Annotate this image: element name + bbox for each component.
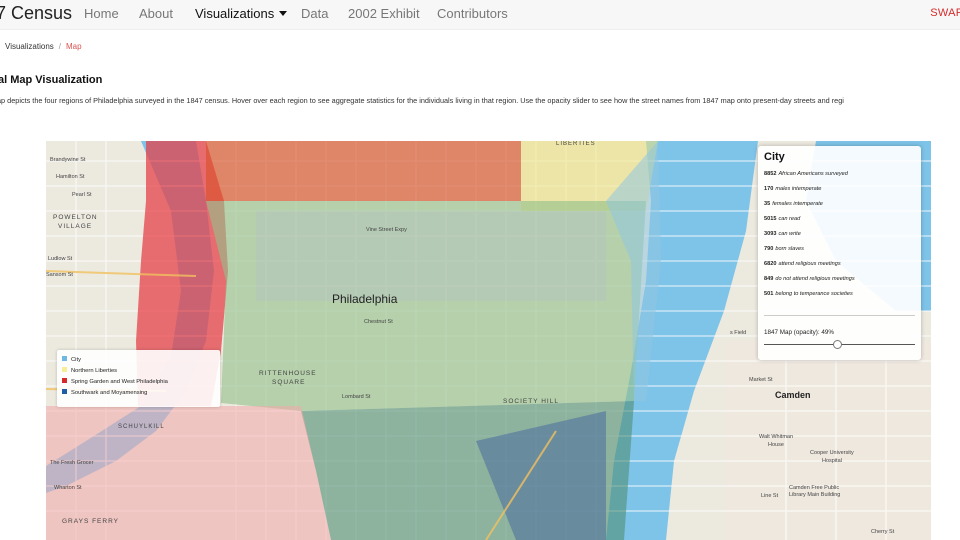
- legend-item-southwark: Southwark and Moyamensing: [62, 389, 147, 397]
- stat-label: attend religious meetings: [778, 261, 841, 267]
- label-schuylkill: SCHUYLKILL: [118, 424, 165, 430]
- nav-data[interactable]: Data: [301, 6, 328, 21]
- stat-value: 5015: [764, 216, 777, 222]
- label-line-st: Line St: [761, 493, 779, 499]
- map-legend: City Northern Liberties Spring Garden an…: [57, 350, 220, 407]
- stat-value: 849: [764, 276, 774, 282]
- region-spring-garden-north[interactable]: [206, 141, 521, 201]
- legend-swatch: [62, 389, 67, 394]
- legend-item-spring-garden: Spring Garden and West Philadelphia: [62, 378, 168, 386]
- nav-visualizations-label: Visualizations: [195, 6, 275, 21]
- label-camden-library: Camden Free Public Library Main Building: [789, 485, 841, 498]
- breadcrumb: Visualizations / Map: [5, 42, 82, 51]
- camden-land: [726, 341, 931, 540]
- label-lombard: Lombard St: [342, 394, 371, 400]
- stat-row: 5015 can read: [764, 216, 800, 222]
- opacity-slider-thumb[interactable]: [833, 340, 843, 349]
- nav-right-link[interactable]: SWAR: [930, 7, 960, 19]
- region-info-title: City: [764, 151, 785, 163]
- breadcrumb-parent[interactable]: Visualizations: [5, 42, 54, 51]
- region-city-inner: [256, 211, 606, 301]
- stat-row: 6820 attend religious meetings: [764, 261, 841, 267]
- legend-swatch: [62, 367, 67, 372]
- legend-label: City: [71, 357, 81, 363]
- stat-label: belong to temperance societies: [775, 291, 853, 297]
- label-fresh-grocer: The Fresh Grocer: [50, 460, 94, 466]
- label-chestnut: Chestnut St: [364, 319, 393, 325]
- legend-item-northern-liberties: Northern Liberties: [62, 367, 117, 375]
- label-society-hill: SOCIETY HILL: [503, 398, 559, 405]
- legend-item-city: City: [62, 356, 81, 364]
- label-wharton: Wharton St: [54, 485, 82, 491]
- site-brand[interactable]: 7 Census: [0, 3, 72, 24]
- breadcrumb-separator: /: [58, 42, 62, 51]
- label-square: SQUARE: [272, 379, 306, 386]
- nav-home[interactable]: Home: [84, 6, 119, 21]
- label-brandywine: Brandywine St: [50, 157, 86, 163]
- label-grays-ferry: GRAYS FERRY: [62, 518, 119, 525]
- nav-2002-exhibit[interactable]: 2002 Exhibit: [348, 6, 420, 21]
- stat-value: 501: [764, 291, 774, 297]
- stat-value: 790: [764, 246, 774, 252]
- label-sansom: Sansom St: [46, 272, 73, 278]
- legend-label: Southwark and Moyamensing: [71, 390, 148, 396]
- label-cooper: Cooper University: [810, 450, 854, 456]
- stat-label: African Americans surveyed: [778, 171, 848, 177]
- region-info-panel: City 8852 African Americans surveyed 170 m…: [758, 146, 921, 360]
- legend-swatch: [62, 356, 67, 361]
- stat-label: can read: [778, 216, 801, 222]
- label-pearl: Pearl St: [72, 192, 92, 198]
- stat-label: males intemperate: [775, 186, 822, 192]
- navbar: 7 Census Home About Visualizations Data …: [0, 0, 960, 30]
- label-cherry: Cherry St: [871, 529, 895, 535]
- label-hamilton: Hamilton St: [56, 174, 85, 180]
- label-liberties: LIBERTIES: [556, 141, 596, 147]
- nav-contributors[interactable]: Contributors: [437, 6, 508, 21]
- opacity-slider-label: 1847 Map (opacity): 49%: [764, 329, 835, 336]
- stat-label: born slaves: [775, 246, 804, 252]
- label-philadelphia: Philadelphia: [332, 292, 398, 306]
- stat-value: 170: [764, 186, 774, 192]
- stat-value: 8852: [764, 171, 777, 177]
- stat-row: 501 belong to temperance societies: [764, 291, 853, 297]
- caret-down-icon: [279, 11, 288, 16]
- label-village: VILLAGE: [58, 223, 93, 230]
- breadcrumb-current: Map: [66, 42, 82, 51]
- label-market: Market St: [749, 377, 773, 383]
- label-walt-whitman: Walt Whitman: [759, 434, 794, 440]
- label-camden: Camden: [775, 390, 811, 400]
- stat-row: 8852 African Americans surveyed: [764, 171, 848, 177]
- legend-label: Spring Garden and West Philadelphia: [71, 379, 168, 385]
- info-divider: [764, 315, 915, 316]
- stat-value: 35: [764, 201, 771, 207]
- stat-label: do not attend religious meetings: [775, 276, 855, 282]
- nav-about[interactable]: About: [139, 6, 173, 21]
- legend-label: Northern Liberties: [71, 368, 118, 374]
- label-ludlow: Ludlow St: [48, 256, 73, 262]
- label-hospital: Hospital: [822, 458, 842, 464]
- stat-label: can write: [778, 231, 801, 237]
- label-powelton: POWELTON: [53, 214, 98, 221]
- page-title: al Map Visualization: [0, 74, 103, 86]
- label-house: House: [768, 442, 784, 448]
- stat-value: 6820: [764, 261, 777, 267]
- page-description: ap depicts the four regions of Philadelp…: [0, 96, 844, 105]
- stat-row: 790 born slaves: [764, 246, 804, 252]
- legend-swatch: [62, 378, 67, 383]
- stat-row: 3093 can write: [764, 231, 801, 237]
- label-rittenhouse: RITTENHOUSE: [259, 370, 317, 377]
- label-field: s Field: [730, 330, 747, 336]
- stat-row: 170 males intemperate: [764, 186, 821, 192]
- nav-visualizations[interactable]: Visualizations: [195, 6, 288, 21]
- stat-row: 35 females intemperate: [764, 201, 823, 207]
- stat-value: 3093: [764, 231, 777, 237]
- label-vine: Vine Street Expy: [366, 227, 407, 233]
- stat-label: females intemperate: [772, 201, 823, 207]
- stat-row: 849 do not attend religious meetings: [764, 276, 855, 282]
